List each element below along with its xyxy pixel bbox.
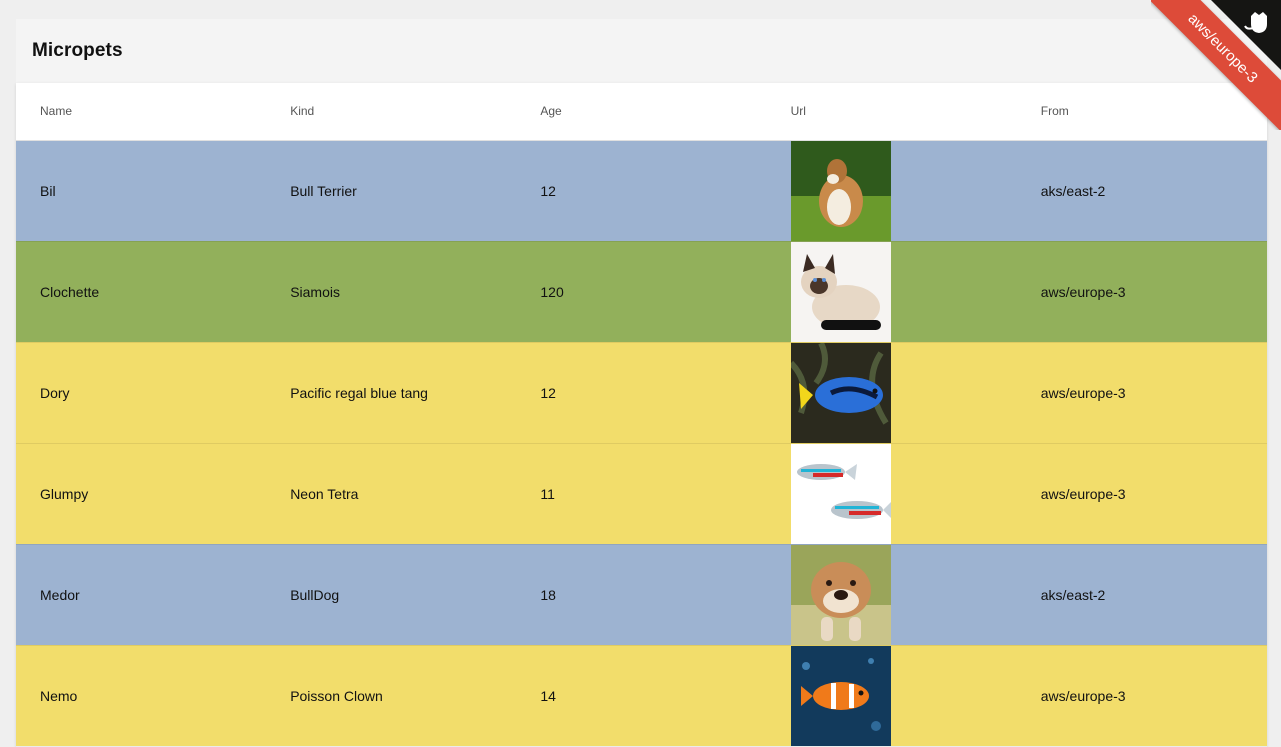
cell-age: 12 [540, 384, 556, 401]
cell-from: aws/europe-3 [1040, 687, 1126, 704]
table-row[interactable]: Bil Bull Terrier 12 aks/east-2 [16, 140, 1267, 241]
cell-kind: Poisson Clown [290, 687, 383, 704]
cell-url [767, 544, 1017, 645]
app-bar: Micropets [16, 19, 1267, 83]
cell-from: aks/east-2 [1040, 586, 1106, 603]
blue-tang-fish-photo [790, 342, 891, 443]
table-row[interactable]: Glumpy Neon Tetra 11 aws/europe-3 [16, 443, 1267, 544]
cell-kind: Siamois [290, 283, 340, 300]
neon-tetra-fish-photo [790, 443, 891, 544]
cell-url [767, 342, 1017, 443]
pets-table: Name Kind Age Url From Bil Bull Terrier … [16, 83, 1267, 747]
cell-from: aws/europe-3 [1040, 384, 1126, 401]
cell-age: 120 [540, 283, 564, 300]
cell-kind: Pacific regal blue tang [290, 384, 428, 401]
cell-from: aks/east-2 [1040, 182, 1106, 199]
clownfish-photo [790, 645, 891, 746]
collie-dog-photo [790, 140, 891, 241]
app-title: Micropets [32, 40, 123, 61]
header-name[interactable]: Name [16, 83, 266, 140]
cell-age: 14 [540, 687, 556, 704]
cell-url [767, 645, 1017, 746]
header-age[interactable]: Age [516, 83, 766, 140]
cell-url [767, 140, 1017, 241]
header-kind[interactable]: Kind [266, 83, 516, 140]
cell-from: aws/europe-3 [1040, 485, 1126, 502]
siamese-cat-photo [790, 241, 891, 342]
cell-name: Dory [40, 384, 70, 401]
app-container: Micropets Name Kind Age Url From Bil Bul… [16, 19, 1267, 747]
header-url[interactable]: Url [767, 83, 1017, 140]
cell-age: 18 [540, 586, 556, 603]
cell-name: Clochette [40, 283, 100, 300]
bulldog-photo [790, 544, 891, 645]
cell-name: Medor [40, 586, 80, 603]
table-row[interactable]: Clochette Siamois 120 aws/europe-3 [16, 241, 1267, 342]
table-row[interactable]: Medor BullDog 18 aks/east-2 [16, 544, 1267, 645]
table-header-row: Name Kind Age Url From [16, 83, 1267, 140]
cell-name: Bil [40, 182, 56, 199]
table-row[interactable]: Dory Pacific regal blue tang 12 aws/euro… [16, 342, 1267, 443]
cell-age: 11 [540, 485, 555, 502]
cell-age: 12 [540, 182, 556, 199]
cell-name: Glumpy [40, 485, 89, 502]
cell-name: Nemo [40, 687, 78, 704]
cell-url [767, 443, 1017, 544]
cell-url [767, 241, 1017, 342]
cell-kind: Bull Terrier [290, 182, 357, 199]
cell-kind: BullDog [290, 586, 340, 603]
header-from[interactable]: From [1017, 83, 1267, 140]
cell-kind: Neon Tetra [290, 485, 359, 502]
cell-from: aws/europe-3 [1040, 283, 1126, 300]
table-row[interactable]: Nemo Poisson Clown 14 aws/europe-3 [16, 645, 1267, 746]
